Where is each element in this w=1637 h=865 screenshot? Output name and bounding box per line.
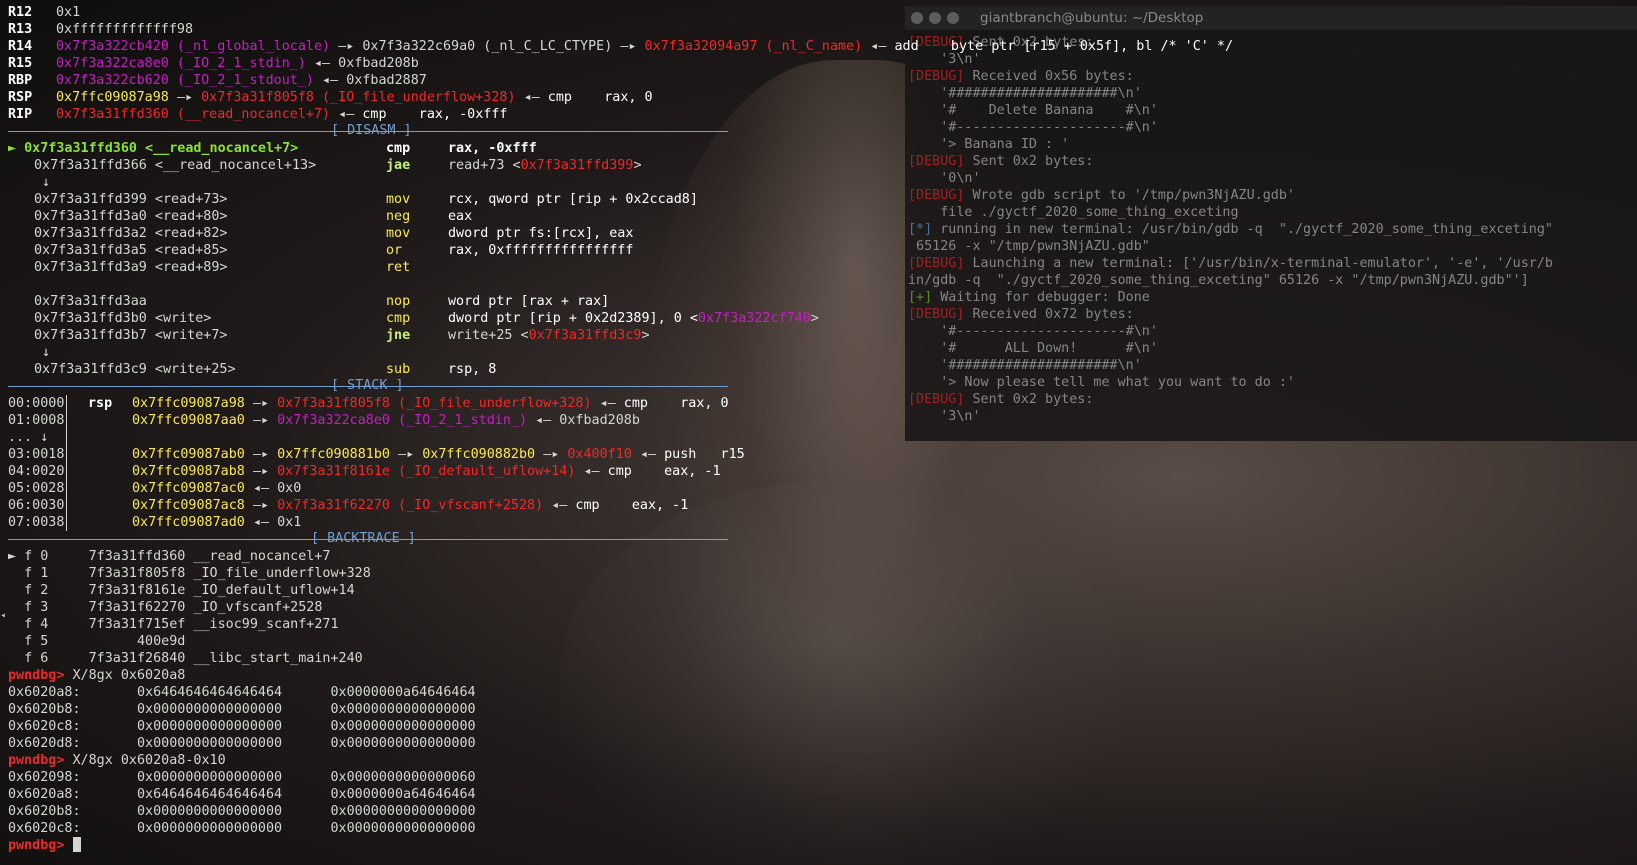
jump-arrow-icon: ↓: [42, 345, 51, 360]
log-line: '> Now please tell me what you want to d…: [908, 375, 1295, 390]
log-line: [DEBUG] Received 0x72 bytes:: [908, 307, 1134, 322]
stack-entry: 01:0008 0x7ffc09087aa0 —▸ 0x7f3a322ca8e0 …: [8, 413, 640, 428]
stack-entry: 03:0018 0x7ffc09087ab0 —▸ 0x7ffc090881b0 …: [8, 447, 745, 462]
stack-entry: 04:0020 0x7ffc09087ab8 —▸ 0x7f3a31f8161e …: [8, 464, 721, 479]
disasm-line: 0x7f3a31ffd3a5 <read+85> or rax, 0xfffffff…: [34, 243, 634, 258]
log-line: '#####################\n': [908, 358, 1142, 373]
log-line: [DEBUG] Launching a new terminal: ['/usr…: [908, 256, 1553, 271]
minimize-icon[interactable]: [929, 12, 941, 24]
disasm-line: 0x7f3a31ffd399 <read+73> mov rcx, qword pt…: [34, 192, 698, 207]
disasm-line: 0x7f3a31ffd3c9 <write+25> sub rsp, 8: [34, 362, 497, 377]
log-line: '> Banana ID : ': [908, 137, 1070, 152]
stack-entry: 00:0000 rsp 0x7ffc09087a98 —▸ 0x7f3a31f805…: [8, 396, 729, 411]
log-line: [DEBUG] Received 0x56 bytes:: [908, 69, 1134, 84]
disasm-line: 0x7f3a31ffd3b0 <write> cmp dword ptr [rip …: [34, 311, 819, 326]
log-line: file ./gyctf_2020_some_thing_exceting: [908, 205, 1239, 220]
register-rsp: RSP 0x7ffc09087a98 —▸ 0x7f3a31f805f8 (_IO…: [8, 90, 653, 105]
backtrace-frame: ► f 0 7f3a31ffd360 __read_nocancel+7: [8, 549, 331, 564]
stack-entry: 05:0028 0x7ffc09087ac0 ◂— 0x0: [8, 481, 302, 496]
window-title: giantbranch@ubuntu: ~/Desktop: [980, 10, 1204, 26]
stack-title: [ STACK ]: [331, 378, 404, 393]
memory-row: 0x602098: 0x0000000000000000 0x000000000…: [8, 770, 476, 785]
disasm-line: 0x7f3a31ffd366 <__read_nocancel+13> jae re…: [34, 158, 642, 173]
log-line: '0\n': [908, 171, 981, 186]
resize-handle-icon[interactable]: ◂: [0, 610, 6, 640]
backtrace-frame: f 4 7f3a31f715ef __isoc99_scanf+271: [8, 617, 339, 632]
disasm-line-current: ► 0x7f3a31ffd360 <__read_nocancel+7> cmp r…: [8, 141, 537, 156]
cursor: [72, 837, 81, 852]
memory-row: 0x6020a8: 0x6464646464646464 0x0000000a6…: [8, 787, 476, 802]
log-line: [DEBUG] Wrote gdb script to '/tmp/pwn3Nj…: [908, 188, 1295, 203]
memory-row: 0x6020d8: 0x0000000000000000 0x000000000…: [8, 736, 476, 751]
command-line: pwndbg> X/8gx 0x6020a8-0x10: [8, 753, 226, 768]
log-line: '#---------------------#\n': [908, 324, 1158, 339]
register-rip: RIP 0x7f3a31ffd360 (__read_nocancel+7) ◂—…: [8, 107, 508, 122]
command-line: pwndbg> X/8gx 0x6020a8: [8, 668, 186, 683]
register-r12: R12 0x1: [8, 5, 81, 20]
stack-separator: [ STACK ]: [8, 378, 728, 395]
log-line: [+] Waiting for debugger: Done: [908, 290, 1150, 305]
backtrace-title: [ BACKTRACE ]: [311, 531, 416, 546]
disasm-line: 0x7f3a31ffd3a9 <read+89> ret: [34, 260, 411, 275]
register-r15: R15 0x7f3a322ca8e0 (_IO_2_1_stdin_) ◂— 0x…: [8, 56, 419, 71]
register-r14: R14 0x7f3a322cb420 (_nl_global_locale) —▸…: [8, 39, 1234, 54]
close-icon[interactable]: [911, 12, 923, 24]
disasm-line: 0x7f3a31ffd3aa nop word ptr [rax + rax]: [34, 294, 610, 309]
disasm-line: 0x7f3a31ffd3a2 <read+82> mov dword ptr fs:…: [34, 226, 634, 241]
log-line: '#---------------------#\n': [908, 120, 1158, 135]
backtrace-frame: f 1 7f3a31f805f8 _IO_file_underflow+328: [8, 566, 371, 581]
register-rbp: RBP 0x7f3a322cb620 (_IO_2_1_stdout_) ◂— 0…: [8, 73, 427, 88]
log-line: 65126 -x "/tmp/pwn3NjAZU.gdb": [908, 239, 1150, 254]
stack-entry: 07:0038 0x7ffc09087ad0 ◂— 0x1: [8, 515, 302, 530]
log-line: '#####################\n': [908, 86, 1142, 101]
stack-skip: ... ↓: [8, 430, 49, 445]
memory-row: 0x6020a8: 0x6464646464646464 0x0000000a6…: [8, 685, 476, 700]
backtrace-frame: f 3 7f3a31f62270 _IO_vfscanf+2528: [8, 600, 323, 615]
command-input[interactable]: pwndbg>: [8, 837, 81, 854]
disasm-line: 0x7f3a31ffd3b7 <write+7> jne write+25 <0x7…: [34, 328, 650, 343]
backtrace-frame: f 6 7f3a31f26840 __libc_start_main+240: [8, 651, 363, 666]
disasm-separator: [ DISASM ]: [8, 123, 728, 140]
memory-row: 0x6020c8: 0x0000000000000000 0x000000000…: [8, 719, 476, 734]
log-line: '# Delete Banana #\n': [908, 103, 1158, 118]
pwntools-terminal-window[interactable]: giantbranch@ubuntu: ~/Desktop [DEBUG] Se…: [905, 6, 1637, 441]
log-line: [DEBUG] Sent 0x2 bytes:: [908, 392, 1094, 407]
log-line: [*] running in new terminal: /usr/bin/gd…: [908, 222, 1553, 237]
log-line: in/gdb -q "./gyctf_2020_some_thing_excet…: [908, 273, 1529, 288]
log-line: '# ALL Down! #\n': [908, 341, 1158, 356]
backtrace-frame: f 2 7f3a31f8161e _IO_default_uflow+14: [8, 583, 355, 598]
jump-arrow-icon: ↓: [42, 175, 51, 190]
stack-entry: 06:0030 0x7ffc09087ac8 —▸ 0x7f3a31f62270 …: [8, 498, 689, 513]
backtrace-separator: [ BACKTRACE ]: [8, 531, 728, 548]
register-r13: R13 0xfffffffffffff98: [8, 22, 194, 37]
memory-row: 0x6020c8: 0x0000000000000000 0x000000000…: [8, 821, 476, 836]
memory-row: 0x6020b8: 0x0000000000000000 0x000000000…: [8, 702, 476, 717]
disasm-title: [ DISASM ]: [331, 123, 412, 138]
log-line: [DEBUG] Sent 0x2 bytes:: [908, 154, 1094, 169]
memory-row: 0x6020b8: 0x0000000000000000 0x000000000…: [8, 804, 476, 819]
terminal-titlebar[interactable]: giantbranch@ubuntu: ~/Desktop: [905, 6, 1637, 30]
maximize-icon[interactable]: [947, 12, 959, 24]
log-line: '3\n': [908, 409, 981, 424]
disasm-line: 0x7f3a31ffd3a0 <read+80> neg eax: [34, 209, 473, 224]
backtrace-frame: f 5 400e9d: [8, 634, 186, 649]
